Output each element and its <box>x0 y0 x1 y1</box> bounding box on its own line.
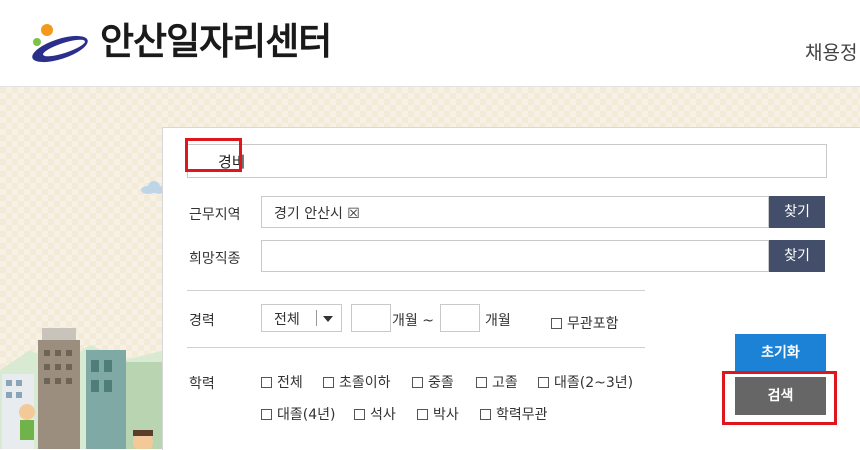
checkbox-icon <box>476 376 487 388</box>
checkbox-icon <box>412 376 423 388</box>
checkbox-icon <box>261 376 272 388</box>
job-input[interactable] <box>261 240 769 272</box>
job-find-button[interactable]: 찾기 <box>769 240 825 272</box>
checkbox-icon <box>551 317 562 329</box>
career-any-checkbox[interactable]: 무관포함 <box>551 313 619 333</box>
edu-option-label: 전체 <box>277 375 303 391</box>
edu-option-any[interactable]: 학력무관 <box>480 404 548 424</box>
edu-option-label: 대졸(4년) <box>277 407 336 423</box>
keyword-input[interactable]: 경비 <box>187 144 827 178</box>
edu-option-label: 고졸 <box>492 375 518 391</box>
keyword-highlight <box>185 138 242 172</box>
job-label: 희망직종 <box>189 251 241 267</box>
edu-option-doctor[interactable]: 박사 <box>417 404 459 424</box>
region-value: 경기 안산시 ☒ <box>274 206 360 222</box>
career-to-unit: 개월 <box>485 313 511 329</box>
chevron-down-icon <box>323 316 333 322</box>
career-any-label: 무관포함 <box>567 316 619 332</box>
ansan-logo-icon[interactable] <box>26 18 92 68</box>
checkbox-icon <box>480 408 491 420</box>
edu-label: 학력 <box>189 376 215 392</box>
edu-option-high[interactable]: 고졸 <box>476 372 518 392</box>
search-highlight <box>722 371 837 425</box>
edu-option-label: 대졸(2~3년) <box>554 375 634 391</box>
header: 안산일자리센터 채용정 <box>0 0 860 87</box>
career-from-input[interactable] <box>351 304 391 332</box>
edu-option-elementary[interactable]: 초졸이하 <box>323 372 391 392</box>
checkbox-icon <box>323 376 334 388</box>
checkbox-icon <box>538 376 549 388</box>
select-separator <box>316 310 317 326</box>
search-panel: 경비 근무지역 경기 안산시 ☒ 찾기 희망직종 찾기 경력 전체 개월 ~ 개… <box>162 127 860 450</box>
region-input[interactable]: 경기 안산시 ☒ <box>261 196 769 228</box>
edu-option-all[interactable]: 전체 <box>261 372 303 392</box>
site-title[interactable]: 안산일자리센터 <box>100 19 332 65</box>
edu-option-master[interactable]: 석사 <box>354 404 396 424</box>
edu-option-middle[interactable]: 중졸 <box>412 372 454 392</box>
edu-option-label: 학력무관 <box>496 407 548 423</box>
divider <box>187 290 645 291</box>
career-to-input[interactable] <box>440 304 480 332</box>
career-select-value: 전체 <box>274 312 300 328</box>
nav-item-jobs[interactable]: 채용정 <box>805 38 857 65</box>
region-find-button[interactable]: 찾기 <box>769 196 825 228</box>
checkbox-icon <box>417 408 428 420</box>
edu-option-college[interactable]: 대졸(2~3년) <box>538 372 633 392</box>
city-illustration <box>0 328 165 449</box>
region-label: 근무지역 <box>189 207 241 223</box>
edu-option-university[interactable]: 대졸(4년) <box>261 404 335 424</box>
edu-option-label: 중졸 <box>428 375 454 391</box>
checkbox-icon <box>354 408 365 420</box>
edu-option-label: 초졸이하 <box>339 375 391 391</box>
reset-button[interactable]: 초기화 <box>735 334 826 372</box>
edu-option-label: 석사 <box>370 407 396 423</box>
divider <box>187 347 645 348</box>
career-label: 경력 <box>189 313 215 329</box>
cloud-icon <box>141 181 164 194</box>
career-from-unit: 개월 ~ <box>392 313 434 329</box>
checkbox-icon <box>261 408 272 420</box>
edu-option-label: 박사 <box>433 407 459 423</box>
career-select[interactable]: 전체 <box>261 304 342 332</box>
